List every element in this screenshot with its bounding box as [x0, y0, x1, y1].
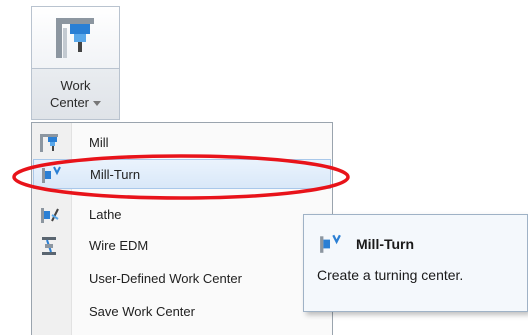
mill-turn-tooltip: Mill-Turn Create a turning center.: [303, 214, 528, 312]
menu-item-label: Mill: [89, 135, 109, 150]
menu-item-user-defined-work-center[interactable]: User-Defined Work Center: [33, 264, 331, 294]
menu-item-mill[interactable]: Mill: [33, 128, 331, 158]
work-center-dropdown[interactable]: Work Center: [31, 68, 120, 120]
menu-item-label: Lathe: [89, 207, 122, 222]
tooltip-description: Create a turning center.: [317, 267, 464, 283]
wire-edm-icon: [42, 237, 56, 255]
menu-item-lathe[interactable]: Lathe: [33, 200, 331, 230]
chevron-down-icon: [93, 101, 102, 107]
mill-turn-icon: [42, 166, 61, 183]
menu-item-label: Save Work Center: [89, 304, 195, 319]
tooltip-title: Mill-Turn: [356, 236, 415, 252]
mill-turn-icon: [320, 234, 341, 253]
work-center-button-top[interactable]: [31, 6, 120, 68]
menu-item-label: User-Defined Work Center: [89, 271, 242, 286]
menu-item-label: Wire EDM: [89, 238, 149, 253]
mill-icon: [40, 134, 58, 152]
work-center-label-line2: Center: [49, 95, 90, 110]
work-center-ribbon-button[interactable]: Work Center: [31, 6, 120, 120]
lathe-icon: [41, 208, 59, 223]
menu-item-label: Mill-Turn: [90, 167, 141, 182]
work-center-icon: [56, 18, 94, 58]
work-center-menu: Mill Mill-Turn Lathe Wire EDM User-Defin…: [31, 122, 333, 335]
menu-item-mill-turn[interactable]: Mill-Turn: [33, 159, 331, 189]
work-center-label-line1: Work: [60, 78, 91, 93]
menu-item-wire-edm[interactable]: Wire EDM: [33, 231, 331, 261]
menu-item-save-work-center[interactable]: Save Work Center: [33, 297, 331, 327]
